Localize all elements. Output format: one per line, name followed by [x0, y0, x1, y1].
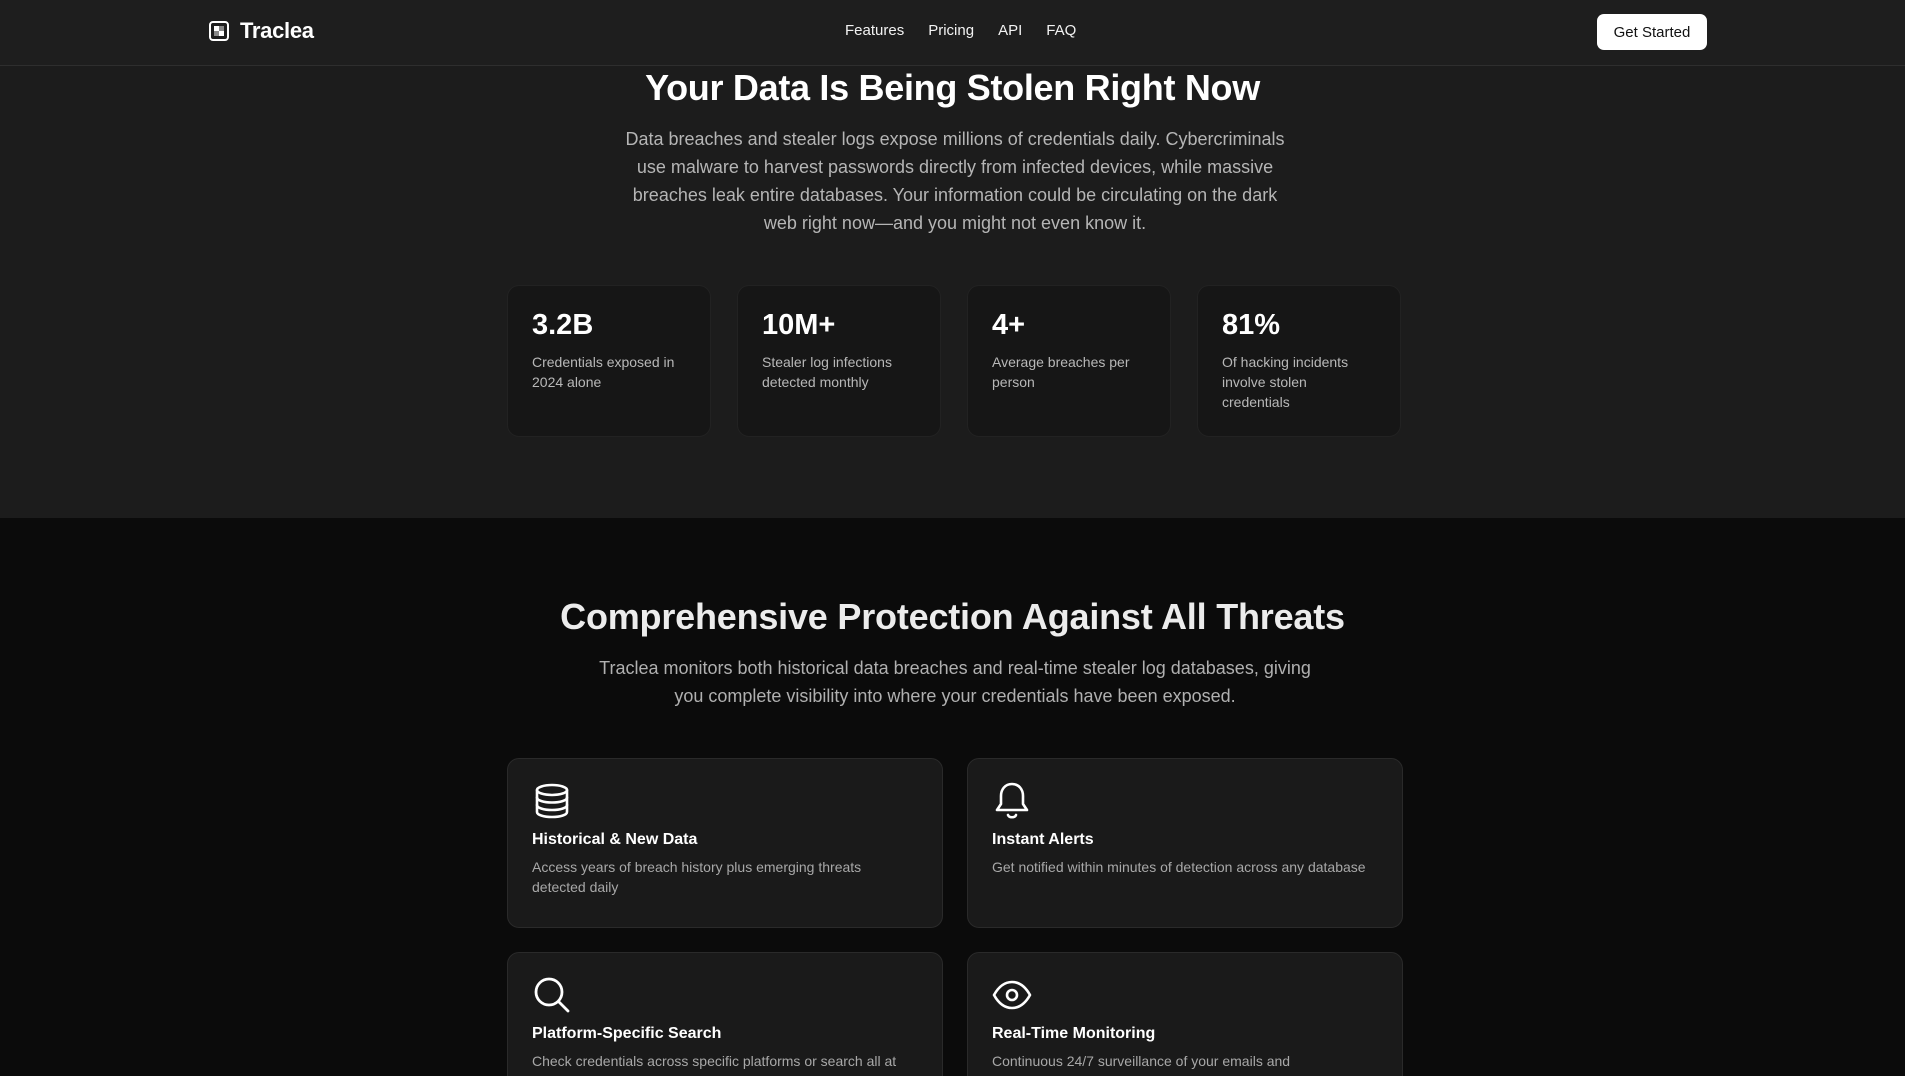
- hero-title: Your Data Is Being Stolen Right Now: [645, 67, 1260, 108]
- nav-link-faq[interactable]: FAQ: [1046, 22, 1076, 39]
- brand-name: Traclea: [240, 18, 314, 43]
- hero-description: Data breaches and stealer logs expose mi…: [625, 129, 1285, 233]
- stat-value: 4+: [992, 309, 1026, 341]
- stat-card: 10M+ Stealer log infections detected mon…: [737, 285, 941, 437]
- get-started-button[interactable]: Get Started: [1597, 14, 1707, 50]
- logo-icon: [209, 21, 229, 41]
- search-icon: [532, 975, 572, 1015]
- feature-card-description: Check credentials across specific platfo…: [532, 1053, 897, 1069]
- features-title: Comprehensive Protection Against All Thr…: [560, 596, 1345, 637]
- stat-value: 3.2B: [532, 309, 594, 341]
- feature-card-instant-alerts: Instant Alerts Get notified within minut…: [967, 758, 1403, 928]
- stat-label: Average breaches per person: [992, 354, 1130, 390]
- stat-card: 4+ Average breaches per person: [967, 285, 1171, 437]
- threat-section: Your Data Is Being Stolen Right Now Data…: [0, 66, 1905, 518]
- stat-value: 10M+: [762, 309, 836, 341]
- nav-link-pricing[interactable]: Pricing: [928, 22, 974, 39]
- features-description: Traclea monitors both historical data br…: [599, 658, 1311, 706]
- feature-card-title: Historical & New Data: [532, 831, 698, 848]
- stat-value: 81%: [1222, 309, 1281, 341]
- brand-logo[interactable]: Traclea: [209, 18, 314, 44]
- eye-icon: [992, 975, 1032, 1015]
- bell-icon: [992, 781, 1032, 821]
- features-section: Comprehensive Protection Against All Thr…: [0, 518, 1905, 1076]
- feature-card-historical-data: Historical & New Data Access years of br…: [507, 758, 943, 928]
- feature-card-title: Platform-Specific Search: [532, 1025, 722, 1042]
- stats-row: 3.2B Credentials exposed in 2024 alone 1…: [507, 285, 1401, 437]
- feature-card-title: Real-Time Monitoring: [992, 1025, 1156, 1042]
- feature-card-description: Get notified within minutes of detection…: [992, 859, 1366, 875]
- nav-links: Features Pricing API FAQ: [845, 22, 1076, 39]
- nav-link-api[interactable]: API: [998, 22, 1022, 39]
- database-icon: [532, 781, 572, 821]
- nav-link-features[interactable]: Features: [845, 22, 904, 39]
- stat-label: Stealer log infections detected monthly: [762, 354, 892, 390]
- feature-card-realtime-monitoring: Real-Time Monitoring Continuous 24/7 sur…: [967, 952, 1403, 1076]
- feature-card-title: Instant Alerts: [992, 831, 1094, 848]
- feature-card-description: Access years of breach history plus emer…: [532, 859, 862, 895]
- stat-label: Of hacking incidents involve stolen cred…: [1222, 354, 1349, 410]
- stat-card: 81% Of hacking incidents involve stolen …: [1197, 285, 1401, 437]
- feature-card-platform-search: Platform-Specific Search Check credentia…: [507, 952, 943, 1076]
- top-nav: Traclea Features Pricing API FAQ Get Sta…: [0, 0, 1905, 66]
- feature-card-description: Continuous 24/7 surveillance of your ema…: [992, 1053, 1291, 1069]
- stat-label: Credentials exposed in 2024 alone: [532, 354, 675, 390]
- stat-card: 3.2B Credentials exposed in 2024 alone: [507, 285, 711, 437]
